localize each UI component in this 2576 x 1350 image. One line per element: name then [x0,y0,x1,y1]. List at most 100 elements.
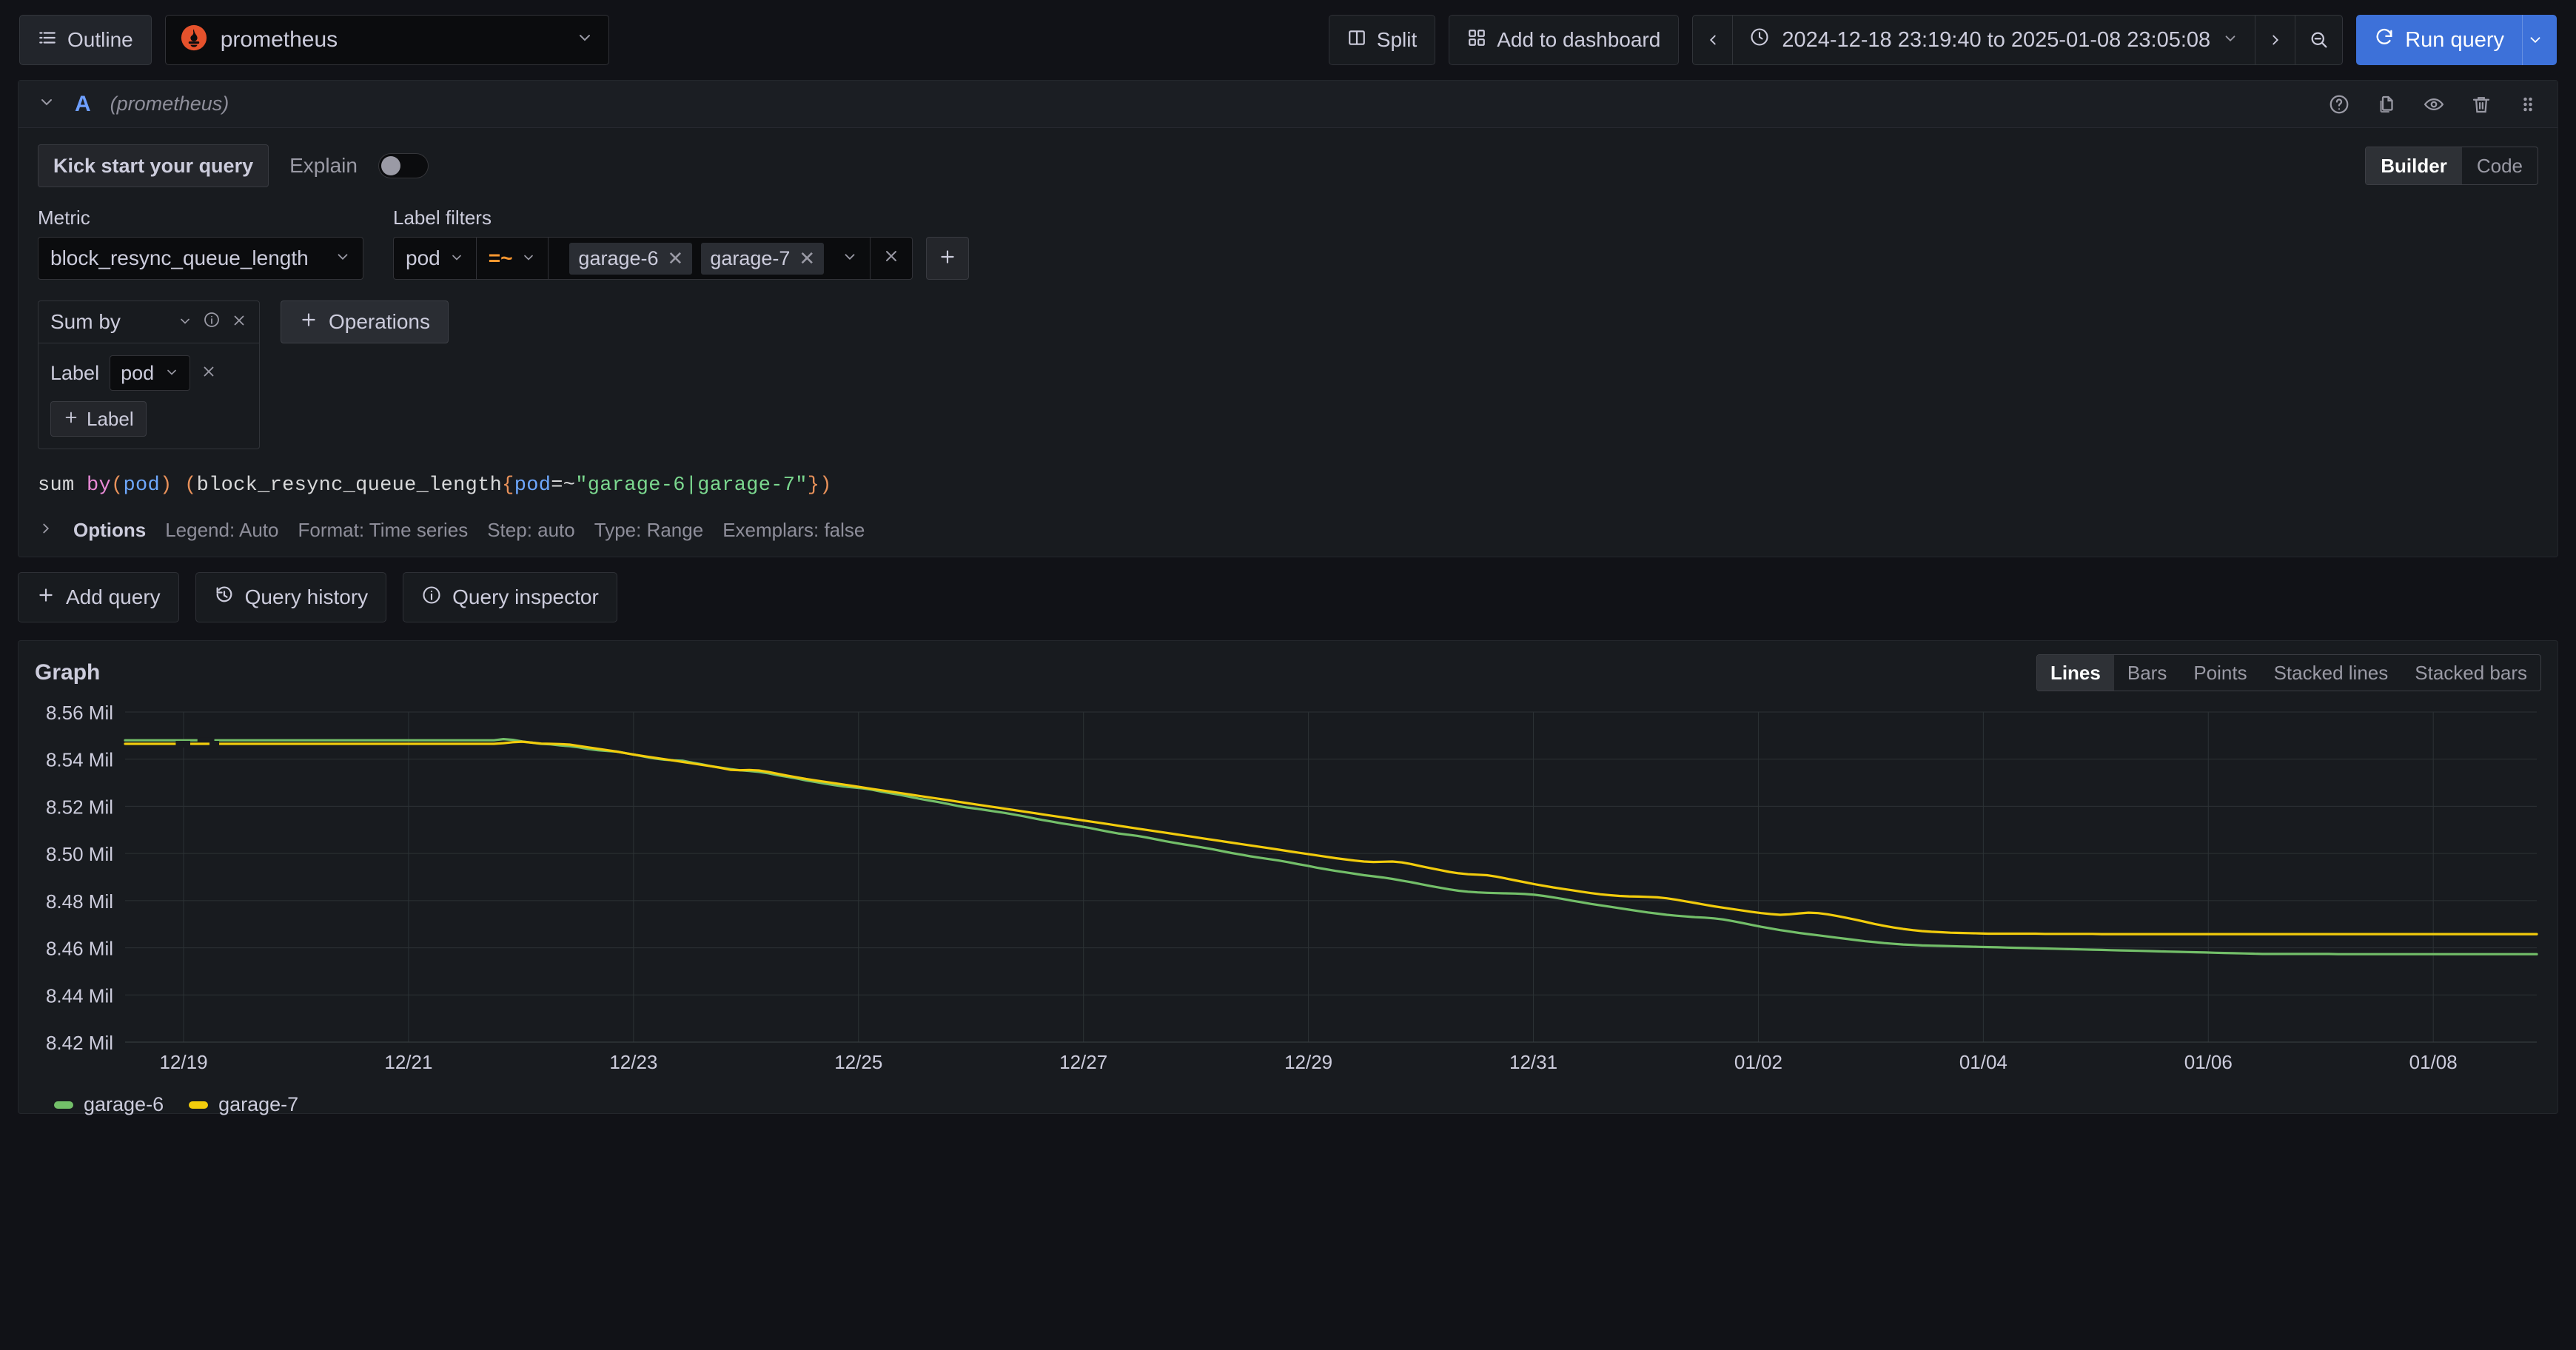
viz-type-points[interactable]: Points [2180,655,2260,691]
query-history-button[interactable]: Query history [195,572,387,622]
series-line-garage-7 [124,740,2538,936]
viz-type-lines[interactable]: Lines [2036,655,2114,691]
query-option-type: Type: Range [594,519,704,541]
help-circle-icon[interactable] [2328,93,2350,115]
run-query-button[interactable]: Run query [2356,15,2557,65]
split-button[interactable]: Split [1328,15,1436,65]
query-inspector-button[interactable]: Query inspector [403,572,617,622]
query-options-row: Options Legend: Auto Format: Time series… [38,519,2538,542]
x-axis-tick-label: 12/21 [384,1051,432,1073]
close-x-icon[interactable] [201,361,217,385]
graph-plot-area[interactable]: 8.56 Mil 8.54 Mil 8.52 Mil 8.50 Mil 8.48 Mil… [35,702,2544,1118]
legend-item[interactable]: garage-6 [54,1093,164,1116]
promql-preview[interactable]: sum by(pod) (block_resync_queue_length{p… [38,474,2538,497]
filter-operator-select[interactable]: =~ [477,238,549,279]
operations-button[interactable]: Operations [281,300,449,343]
time-shift-back-button[interactable] [1693,16,1734,64]
y-axis-tick-label: 8.50 Mil [46,843,113,865]
close-x-icon[interactable]: ✕ [799,247,815,270]
close-x-icon[interactable]: ✕ [668,247,684,270]
graph-panel-title: Graph [35,660,101,685]
datasource-picker[interactable]: prometheus [164,15,609,65]
trash-icon[interactable] [2470,93,2492,115]
query-option-format: Format: Time series [298,519,469,541]
add-label-button[interactable]: Label [50,401,147,437]
filter-clear-button[interactable] [871,238,912,279]
filter-label-select[interactable]: pod [394,238,477,279]
promql-token: =~ [551,474,576,497]
add-query-button[interactable]: Add query [18,572,179,622]
viz-type-stacked-lines[interactable]: Stacked lines [2261,655,2402,691]
clear-x-icon [882,246,900,270]
query-editor-panel: A (prometheus) Kick start your query Exp… [18,80,2558,557]
query-option-exemplars: Exemplars: false [722,519,865,541]
copy-icon[interactable] [2375,93,2398,115]
filter-label-value: pod [406,246,440,269]
metric-field-label: Metric [38,206,90,229]
filter-values-select[interactable]: garage-6 ✕ garage-7 ✕ [549,238,871,279]
add-to-dashboard-button[interactable]: Add to dashboard [1449,15,1680,65]
chevron-down-icon[interactable] [178,310,192,334]
viz-type-bars[interactable]: Bars [2114,655,2180,691]
filter-value-chip-label: garage-7 [710,246,791,269]
promql-token: ( [172,474,197,497]
query-options-title[interactable]: Options [73,519,146,542]
query-ref-id[interactable]: A [75,92,91,117]
promql-token: by [87,474,112,497]
legend-color-swatch [189,1101,209,1109]
editor-mode-switch: Builder Code [2365,147,2538,185]
prometheus-logo-icon [181,24,207,56]
y-axis-tick-label: 8.46 Mil [46,938,113,960]
operation-card-sum-by: Sum by Label pod Label [38,300,260,449]
viz-type-switch: Lines Bars Points Stacked lines Stacked … [2036,654,2541,691]
query-actions-row: Add query Query history Query inspector [18,572,2558,622]
label-filters-label: Label filters [393,206,492,229]
drag-handle-icon[interactable] [2518,94,2538,115]
close-x-icon[interactable] [231,310,247,334]
add-to-dashboard-label: Add to dashboard [1497,28,1661,51]
explain-toggle[interactable] [378,153,429,178]
query-datasource-name: (prometheus) [110,93,229,115]
query-history-label: Query history [244,585,369,608]
editor-mode-code[interactable]: Code [2462,147,2538,184]
datasource-name: prometheus [220,27,338,52]
filter-value-chip-label: garage-6 [578,246,659,269]
time-shift-forward-button[interactable] [2255,16,2295,64]
chevron-down-icon[interactable] [38,93,56,116]
add-label-filter-button[interactable] [926,237,970,280]
legend-label: garage-6 [84,1093,164,1115]
plus-icon [938,245,957,272]
grid-apps-icon [1467,28,1486,53]
viz-type-stacked-bars[interactable]: Stacked bars [2401,655,2540,691]
metric-select[interactable]: block_resync_queue_length [38,237,363,280]
run-query-options-caret[interactable] [2522,15,2557,65]
time-range-picker[interactable]: 2024-12-18 23:19:40 to 2025-01-08 23:05:… [1733,16,2255,64]
query-editor-top-row: Kick start your query Explain Builder Co… [38,144,2538,187]
metric-field: Metric block_resync_queue_length [38,206,363,280]
outline-button-label: Outline [67,28,133,51]
info-circle-icon[interactable] [203,310,221,334]
zoom-out-icon[interactable] [2295,16,2342,64]
operation-label-line: Label pod [50,355,247,391]
chevron-down-icon [842,246,858,270]
x-axis-tick-label: 12/25 [834,1051,882,1073]
eye-icon[interactable] [2423,93,2445,115]
filter-value-chip[interactable]: garage-6 ✕ [569,242,693,275]
editor-mode-builder[interactable]: Builder [2366,147,2462,184]
x-axis-tick-label: 12/23 [609,1051,657,1073]
promql-token: pod [123,474,161,497]
plus-icon [63,408,79,431]
operation-label-select[interactable]: pod [110,355,191,391]
y-axis-tick-label: 8.56 Mil [46,703,113,724]
timeseries-svg[interactable]: 8.56 Mil 8.54 Mil 8.52 Mil 8.50 Mil 8.48 Mil… [35,702,2544,1088]
kick-start-query-button[interactable]: Kick start your query [38,144,269,187]
promql-token: "garage-6|garage-7" [575,474,808,497]
filter-value-chip[interactable]: garage-7 ✕ [701,242,825,275]
time-range-text: 2024-12-18 23:19:40 to 2025-01-08 23:05:… [1782,27,2211,52]
label-filters-field: Label filters pod =~ garage-6 ✕ garage-7… [393,206,970,280]
query-option-step: Step: auto [487,519,575,541]
outline-button[interactable]: Outline [19,15,152,65]
chevron-right-icon[interactable] [38,519,54,542]
x-axis-tick-label: 01/06 [2184,1051,2233,1073]
legend-item[interactable]: garage-7 [189,1093,298,1116]
